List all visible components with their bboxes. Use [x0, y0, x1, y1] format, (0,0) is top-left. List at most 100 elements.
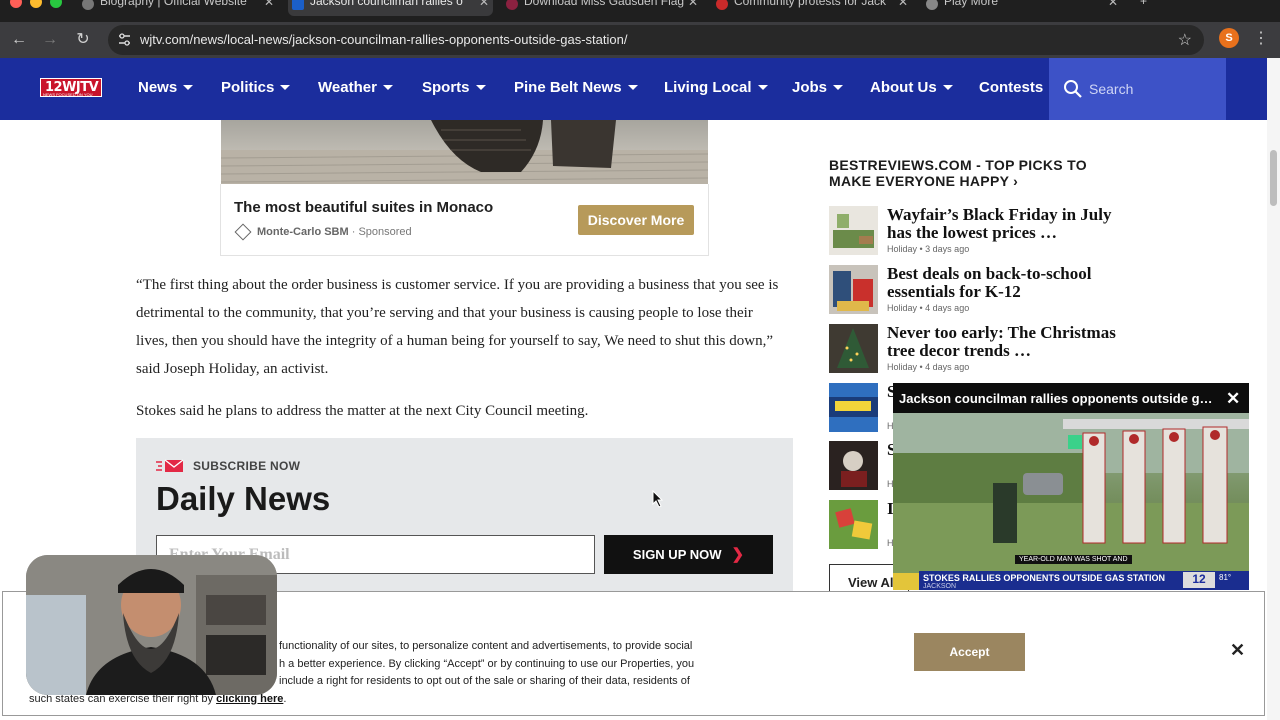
- close-icon[interactable]: ✕: [1230, 640, 1245, 661]
- site-logo[interactable]: 12WJTV NEWS FOCUSED ON YOU: [40, 78, 102, 97]
- list-item[interactable]: Wayfair’s Black Friday in July has the l…: [829, 206, 1129, 256]
- cookie-text-line: functionality of our sites, to personali…: [279, 640, 693, 652]
- browser-menu-icon[interactable]: ⋮: [1253, 28, 1269, 48]
- nav-label: Contests: [979, 79, 1044, 96]
- accept-button[interactable]: Accept: [914, 633, 1025, 671]
- address-bar[interactable]: wjtv.com/news/local-news/jackson-council…: [108, 25, 1204, 55]
- article-meta: Holiday • 4 days ago: [887, 303, 970, 313]
- chevron-down-icon: [183, 84, 194, 90]
- nav-politics[interactable]: Politics: [221, 79, 291, 96]
- scrollbar-thumb[interactable]: [1270, 150, 1277, 206]
- subscribe-label: SUBSCRIBE NOW: [193, 459, 301, 473]
- reload-icon[interactable]: ↻: [71, 28, 95, 52]
- close-window-button[interactable]: [10, 0, 22, 8]
- maximize-window-button[interactable]: [50, 0, 62, 8]
- new-tab-button[interactable]: +: [1132, 0, 1162, 16]
- article-thumbnail[interactable]: [829, 500, 878, 549]
- minimize-window-button[interactable]: [30, 0, 42, 8]
- nav-jobs[interactable]: Jobs: [792, 79, 844, 96]
- browser-tab[interactable]: Community protests for Jack ✕: [712, 0, 912, 16]
- browser-tab[interactable]: Biography | Official Website ✕: [78, 0, 278, 16]
- channel-badge: 12: [1183, 572, 1215, 588]
- mouse-cursor-icon: [652, 490, 664, 508]
- tab-close-icon[interactable]: ✕: [479, 0, 489, 9]
- chevron-down-icon: [627, 84, 638, 90]
- browser-tab[interactable]: Download Miss Gadsden Flag ✕: [502, 0, 702, 16]
- article-headline[interactable]: Best deals on back-to-school essentials …: [887, 265, 1137, 301]
- site-navigation: 12WJTV NEWS FOCUSED ON YOU News Politics…: [0, 58, 1267, 120]
- nav-sports[interactable]: Sports: [422, 79, 486, 96]
- nav-label: News: [138, 79, 178, 96]
- search-input[interactable]: Search: [1089, 81, 1133, 97]
- list-item[interactable]: Never too early: The Christmas tree deco…: [829, 324, 1129, 374]
- back-icon[interactable]: ←: [7, 28, 31, 52]
- sign-up-button[interactable]: SIGN UP NOW ❯: [604, 535, 773, 574]
- ad-title[interactable]: The most beautiful suites in Monaco: [234, 199, 493, 216]
- ad-source: Monte-Carlo SBM · Sponsored: [257, 226, 412, 238]
- tab-title: Download Miss Gadsden Flag: [524, 0, 685, 8]
- browser-tab[interactable]: Play More ✕: [922, 0, 1122, 16]
- article-thumbnail[interactable]: [829, 324, 878, 373]
- article-headline[interactable]: Never too early: The Christmas tree deco…: [887, 324, 1137, 360]
- tab-favicon-icon: [82, 0, 94, 10]
- logo-tagline: NEWS FOCUSED ON YOU: [43, 92, 93, 97]
- chevron-down-icon: [382, 84, 393, 90]
- floating-video-player[interactable]: Jackson councilman rallies opponents out…: [893, 383, 1249, 590]
- article-thumbnail[interactable]: [829, 265, 878, 314]
- tab-close-icon[interactable]: ✕: [264, 0, 274, 9]
- tab-favicon-icon: [292, 0, 304, 10]
- nav-contests[interactable]: Contests: [979, 79, 1043, 96]
- nav-about-us[interactable]: About Us: [870, 79, 953, 96]
- page-scrollbar[interactable]: [1267, 58, 1280, 720]
- site-search[interactable]: Search: [1049, 58, 1226, 120]
- chevron-down-icon: [942, 84, 953, 90]
- browser-tab-active[interactable]: Jackson councilman rallies o ✕: [288, 0, 493, 16]
- webcam-overlay: [26, 555, 277, 695]
- tab-close-icon[interactable]: ✕: [898, 0, 908, 9]
- chevron-down-icon: [475, 84, 486, 90]
- cookie-text-line: h a better experience. By clicking “Acce…: [279, 657, 695, 670]
- list-item[interactable]: Best deals on back-to-school essentials …: [829, 265, 1129, 315]
- forward-icon[interactable]: →: [38, 28, 62, 52]
- article-thumbnail[interactable]: [829, 206, 878, 255]
- nav-weather[interactable]: Weather: [318, 79, 393, 96]
- lower-third-headline: STOKES RALLIES OPPONENTS OUTSIDE GAS STA…: [923, 573, 1166, 583]
- close-icon[interactable]: ✕: [1226, 389, 1240, 409]
- chevron-down-icon: [833, 84, 844, 90]
- url-text: wjtv.com/news/local-news/jackson-council…: [140, 32, 628, 47]
- article-thumbnail[interactable]: [829, 383, 878, 432]
- article-meta: Holiday • 4 days ago: [887, 362, 970, 372]
- tab-close-icon[interactable]: ✕: [688, 0, 698, 9]
- sign-up-label: SIGN UP NOW: [632, 547, 722, 562]
- nav-label: Politics: [221, 79, 275, 96]
- nav-news[interactable]: News: [138, 79, 194, 96]
- profile-avatar[interactable]: S: [1219, 28, 1239, 48]
- tab-title: Play More: [944, 0, 999, 8]
- tab-favicon-icon: [926, 0, 938, 10]
- browser-toolbar: ← → ↻ wjtv.com/news/local-news/jackson-c…: [0, 22, 1280, 58]
- sidebar-section-title[interactable]: BESTREVIEWS.COM - TOP PICKS TO MAKE EVER…: [829, 157, 1129, 189]
- video-frame[interactable]: YEAR-OLD MAN WAS SHOT AND STOKES RALLIES…: [893, 413, 1249, 590]
- ad-card[interactable]: The most beautiful suites in Monaco Mont…: [220, 184, 709, 256]
- webcam-feed: [26, 555, 277, 695]
- article-thumbnail[interactable]: [829, 441, 878, 490]
- nav-pine-belt-news[interactable]: Pine Belt News: [514, 79, 638, 96]
- video-title: Jackson councilman rallies opponents out…: [899, 391, 1213, 406]
- tab-title: Community protests for Jack: [734, 0, 887, 8]
- lower-third-location: JACKSON: [923, 583, 957, 590]
- video-stripe: [893, 573, 919, 590]
- chevron-right-icon: ❯: [731, 546, 745, 563]
- nav-label: Living Local: [664, 79, 752, 96]
- bookmark-star-icon[interactable]: ☆: [1178, 30, 1192, 50]
- period: .: [283, 692, 287, 705]
- video-titlebar: Jackson councilman rallies opponents out…: [893, 383, 1249, 413]
- discover-more-button[interactable]: Discover More: [578, 205, 694, 235]
- site-settings-icon[interactable]: [117, 32, 132, 47]
- article-headline[interactable]: Wayfair’s Black Friday in July has the l…: [887, 206, 1137, 242]
- nav-living-local[interactable]: Living Local: [664, 79, 768, 96]
- chevron-down-icon: [757, 84, 768, 90]
- video-lower-third: STOKES RALLIES OPPONENTS OUTSIDE GAS STA…: [919, 571, 1249, 590]
- ad-image[interactable]: [221, 120, 708, 184]
- tab-close-icon[interactable]: ✕: [1108, 0, 1118, 9]
- search-icon[interactable]: [1063, 79, 1083, 99]
